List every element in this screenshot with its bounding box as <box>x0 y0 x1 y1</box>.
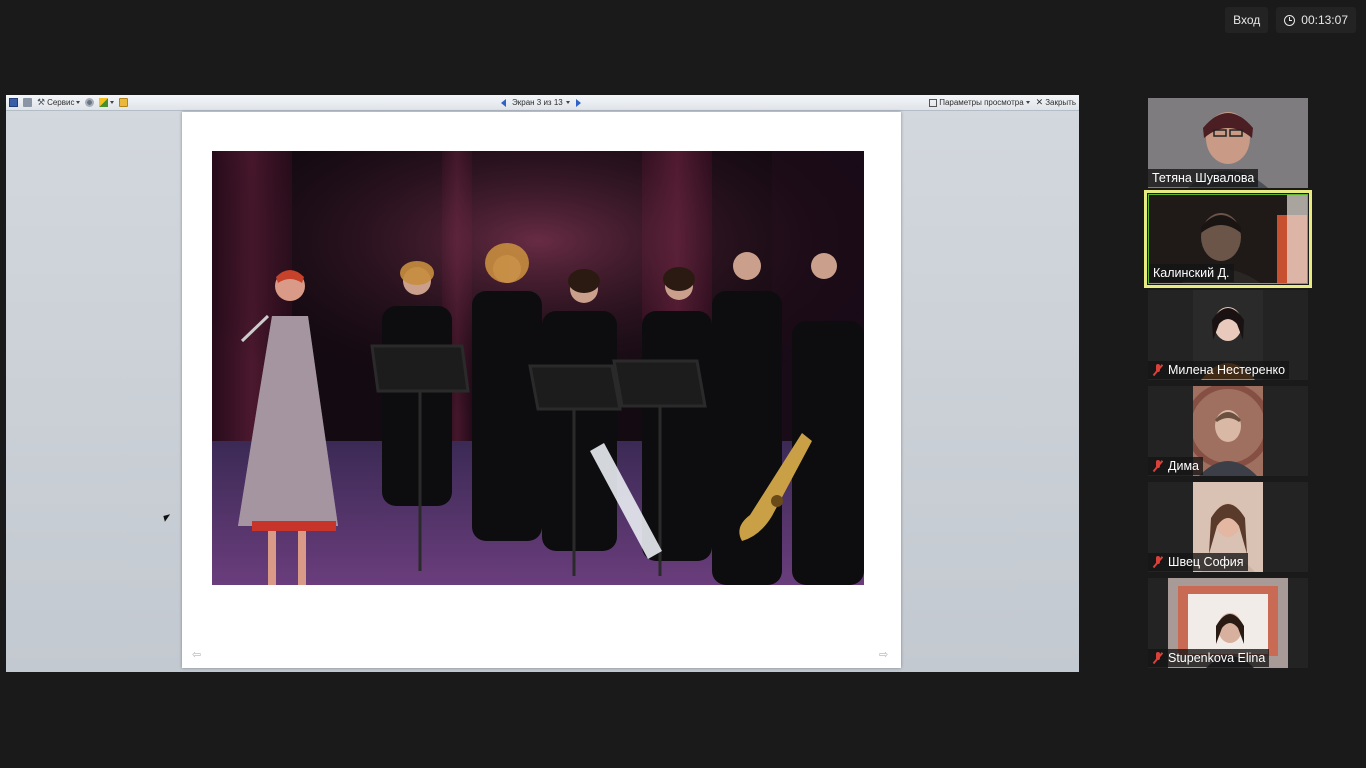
participant-tile[interactable]: Дима <box>1148 386 1308 476</box>
previous-slide-icon[interactable] <box>501 98 506 107</box>
participant-name-tag: Швец София <box>1148 553 1248 571</box>
next-slide-arrow-icon[interactable]: ⇨ <box>879 650 891 661</box>
concert-photo <box>212 151 864 585</box>
meeting-timer: 00:13:07 <box>1276 7 1356 33</box>
tools-menu-label: Сервис <box>47 98 75 107</box>
slideshow-toolbar: ⚒ Сервис Экран 3 из 13 Параметры просмот… <box>6 95 1079 111</box>
login-label: Вход <box>1233 13 1261 27</box>
close-icon: ✕ <box>1035 97 1044 107</box>
settings-icon[interactable] <box>85 98 95 107</box>
login-button[interactable]: Вход <box>1225 7 1269 33</box>
previous-slide-arrow-icon[interactable]: ⇦ <box>192 650 204 661</box>
chevron-down-icon <box>1025 101 1030 104</box>
chevron-down-icon <box>76 101 81 104</box>
tools-menu[interactable]: ⚒ Сервис <box>37 97 81 107</box>
muted-mic-icon <box>1152 556 1164 568</box>
chevron-down-icon <box>565 101 570 104</box>
muted-mic-icon <box>1152 460 1164 472</box>
save-icon[interactable] <box>9 98 18 107</box>
pen-menu[interactable] <box>99 98 115 107</box>
muted-mic-icon <box>1152 652 1164 664</box>
participant-tile[interactable]: Швец София <box>1148 482 1308 572</box>
participant-name-tag: Калинский Д. <box>1149 264 1234 282</box>
timer-value: 00:13:07 <box>1301 13 1348 27</box>
participant-name: Калинский Д. <box>1153 266 1230 280</box>
mouse-cursor-icon <box>163 514 172 522</box>
chevron-down-icon <box>110 101 115 104</box>
view-options-icon <box>929 98 938 107</box>
print-preview-icon[interactable] <box>23 98 32 107</box>
clock-icon <box>1284 14 1296 26</box>
participant-tile[interactable]: Тетяна Шувалова <box>1148 98 1308 188</box>
close-slideshow-button[interactable]: ✕ Закрыть <box>1036 97 1076 108</box>
participants-panel: Тетяна Шувалова Калинский Д. Милена Нест… <box>1144 98 1312 674</box>
view-options-menu[interactable]: Параметры просмотра <box>929 98 1030 107</box>
participant-name-tag: Милена Нестеренко <box>1148 361 1290 379</box>
concert-photo-illustration <box>212 151 864 585</box>
participant-video <box>1193 386 1263 476</box>
folder-icon[interactable] <box>119 98 129 107</box>
participant-tile[interactable]: Милена Нестеренко <box>1148 290 1308 380</box>
participant-name: Тетяна Шувалова <box>1152 171 1255 185</box>
participant-name-tag: Тетяна Шувалова <box>1148 169 1259 187</box>
view-options-label: Параметры просмотра <box>939 98 1024 107</box>
participant-name: Stupenkova Elina <box>1168 651 1266 665</box>
slide: ⇦ ⇨ <box>182 112 901 668</box>
muted-mic-icon <box>1152 364 1164 376</box>
participant-tile-active-speaker[interactable]: Калинский Д. <box>1144 190 1312 288</box>
participant-name-tag: Stupenkova Elina <box>1148 649 1270 667</box>
participant-name: Швец София <box>1168 555 1244 569</box>
slide-counter: Экран 3 из 13 <box>512 98 563 107</box>
participant-name: Милена Нестеренко <box>1168 363 1286 377</box>
tools-icon: ⚒ <box>37 97 46 107</box>
slide-counter-menu[interactable]: Экран 3 из 13 <box>512 98 570 107</box>
close-label: Закрыть <box>1045 98 1076 107</box>
marker-icon <box>99 98 109 107</box>
participant-name: Дима <box>1168 459 1199 473</box>
meeting-top-controls: Вход 00:13:07 <box>1225 7 1356 33</box>
shared-screen: ⚒ Сервис Экран 3 из 13 Параметры просмот… <box>6 95 1079 672</box>
participant-tile[interactable]: Stupenkova Elina <box>1148 578 1308 668</box>
next-slide-icon[interactable] <box>575 98 581 107</box>
participant-name-tag: Дима <box>1148 457 1203 475</box>
